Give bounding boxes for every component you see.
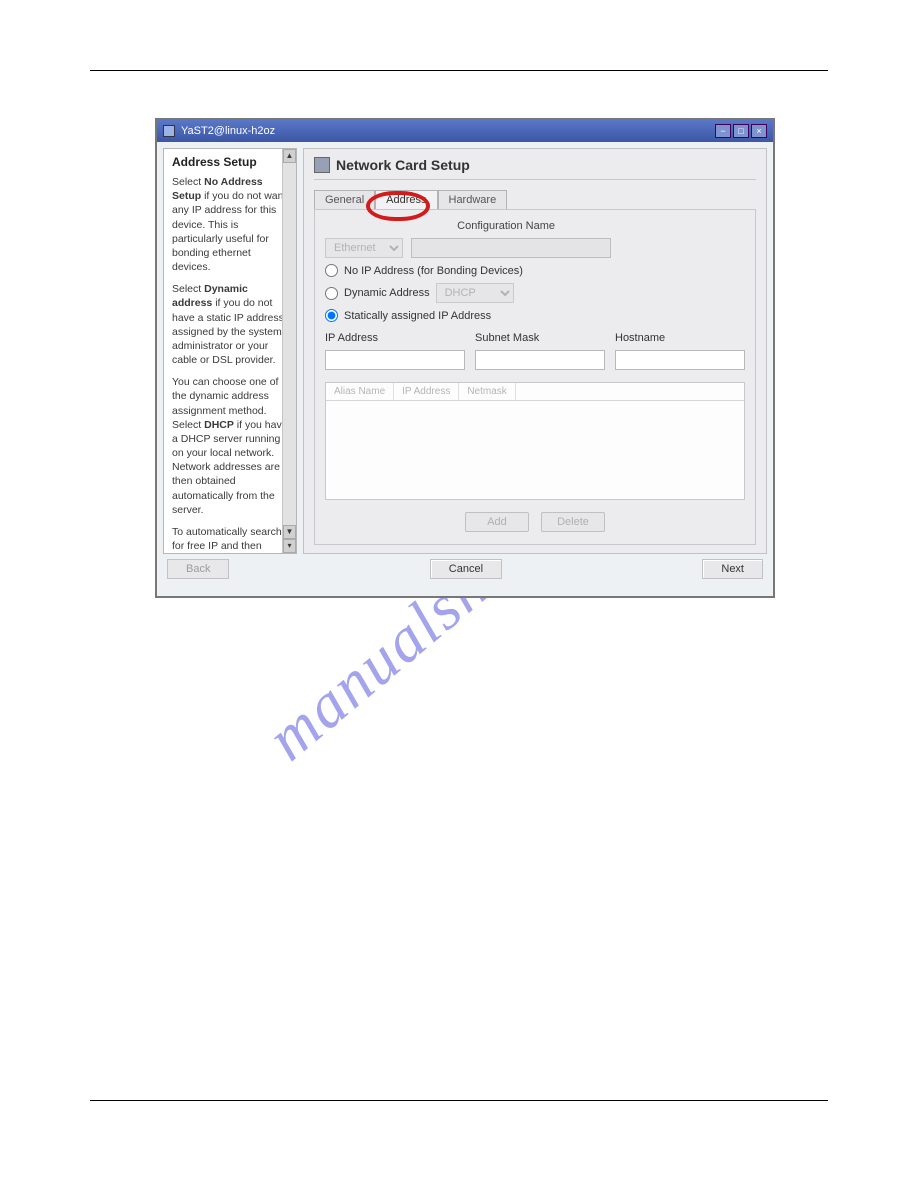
heading-separator xyxy=(314,179,756,180)
radio-no-ip[interactable]: No IP Address (for Bonding Devices) xyxy=(325,264,745,277)
hostname-input[interactable] xyxy=(615,350,745,370)
config-name-label: Configuration Name xyxy=(457,220,555,232)
main-panel: Network Card Setup General Address Hardw… xyxy=(303,148,767,554)
device-type-select: Ethernet xyxy=(325,238,403,258)
tab-hardware[interactable]: Hardware xyxy=(438,190,508,209)
tab-bar: General Address Hardware xyxy=(314,190,756,209)
subnet-mask-input[interactable] xyxy=(475,350,605,370)
radio-dynamic-input[interactable] xyxy=(325,287,338,300)
delete-button: Delete xyxy=(541,512,605,532)
col-ip-address: IP Address xyxy=(394,383,459,400)
help-text: Select xyxy=(172,283,204,295)
help-bold: DHCP xyxy=(204,419,234,431)
radio-dynamic-label: Dynamic Address xyxy=(344,287,430,299)
col-netmask: Netmask xyxy=(459,383,515,400)
radio-static[interactable]: Statically assigned IP Address xyxy=(325,309,745,322)
help-text: if you have a DHCP server running on you… xyxy=(172,419,288,516)
col-alias-name: Alias Name xyxy=(326,383,394,400)
scroll-down-icon[interactable]: ▼ xyxy=(283,525,296,539)
config-name-input xyxy=(411,238,611,258)
additional-addresses-header: Alias Name IP Address Netmask xyxy=(326,383,744,401)
page-top-rule xyxy=(90,70,828,71)
wizard-button-bar: Back Cancel Next xyxy=(163,554,767,584)
help-paragraph: Select Dynamic address if you do not hav… xyxy=(172,282,290,367)
address-form: . Configuration Name Ethernet No IP Addr… xyxy=(314,209,756,545)
close-button[interactable]: × xyxy=(751,124,767,138)
maximize-button[interactable]: □ xyxy=(733,124,749,138)
ip-address-label: IP Address xyxy=(325,332,465,344)
help-panel: Address Setup Select No Address Setup if… xyxy=(163,148,297,554)
window-title: YaST2@linux-h2oz xyxy=(181,125,275,137)
next-button[interactable]: Next xyxy=(702,559,763,579)
subnet-mask-label: Subnet Mask xyxy=(475,332,605,344)
panel-heading-row: Network Card Setup xyxy=(314,157,756,173)
help-paragraph: You can choose one of the dynamic addres… xyxy=(172,375,290,517)
help-paragraph: To automatically search for free IP and … xyxy=(172,525,290,554)
help-text: To automatically search for free IP and … xyxy=(172,526,286,554)
scroll-down2-icon[interactable]: ▾ xyxy=(283,539,296,553)
help-paragraph: Select No Address Setup if you do not wa… xyxy=(172,175,290,274)
additional-addresses-list[interactable] xyxy=(326,401,744,499)
window-body: Address Setup Select No Address Setup if… xyxy=(157,142,773,596)
help-text: Select xyxy=(172,176,204,188)
page-bottom-rule xyxy=(90,1100,828,1101)
help-heading: Address Setup xyxy=(172,155,290,169)
dynamic-method-select: DHCP xyxy=(436,283,514,303)
panel-title: Network Card Setup xyxy=(336,157,470,173)
radio-no-ip-input[interactable] xyxy=(325,264,338,277)
app-icon xyxy=(163,125,175,137)
radio-static-input[interactable] xyxy=(325,309,338,322)
tab-general[interactable]: General xyxy=(314,190,375,209)
scroll-up-icon[interactable]: ▲ xyxy=(283,149,296,163)
window-titlebar: YaST2@linux-h2oz − □ × xyxy=(157,120,773,142)
add-button: Add xyxy=(465,512,529,532)
radio-static-label: Statically assigned IP Address xyxy=(344,310,491,322)
network-card-icon xyxy=(314,157,330,173)
screenshot-frame: YaST2@linux-h2oz − □ × Address Setup Sel… xyxy=(155,118,775,598)
help-text: if you do not want any IP address for th… xyxy=(172,190,286,273)
radio-no-ip-label: No IP Address (for Bonding Devices) xyxy=(344,265,523,277)
ip-address-input[interactable] xyxy=(325,350,465,370)
back-button: Back xyxy=(167,559,229,579)
help-scrollbar[interactable]: ▲ ▼ ▾ xyxy=(282,149,296,553)
hostname-label: Hostname xyxy=(615,332,745,344)
tab-address[interactable]: Address xyxy=(375,190,437,209)
additional-addresses-box: Alias Name IP Address Netmask xyxy=(325,382,745,500)
cancel-button[interactable]: Cancel xyxy=(430,559,502,579)
scroll-track[interactable] xyxy=(283,163,296,525)
minimize-button[interactable]: − xyxy=(715,124,731,138)
